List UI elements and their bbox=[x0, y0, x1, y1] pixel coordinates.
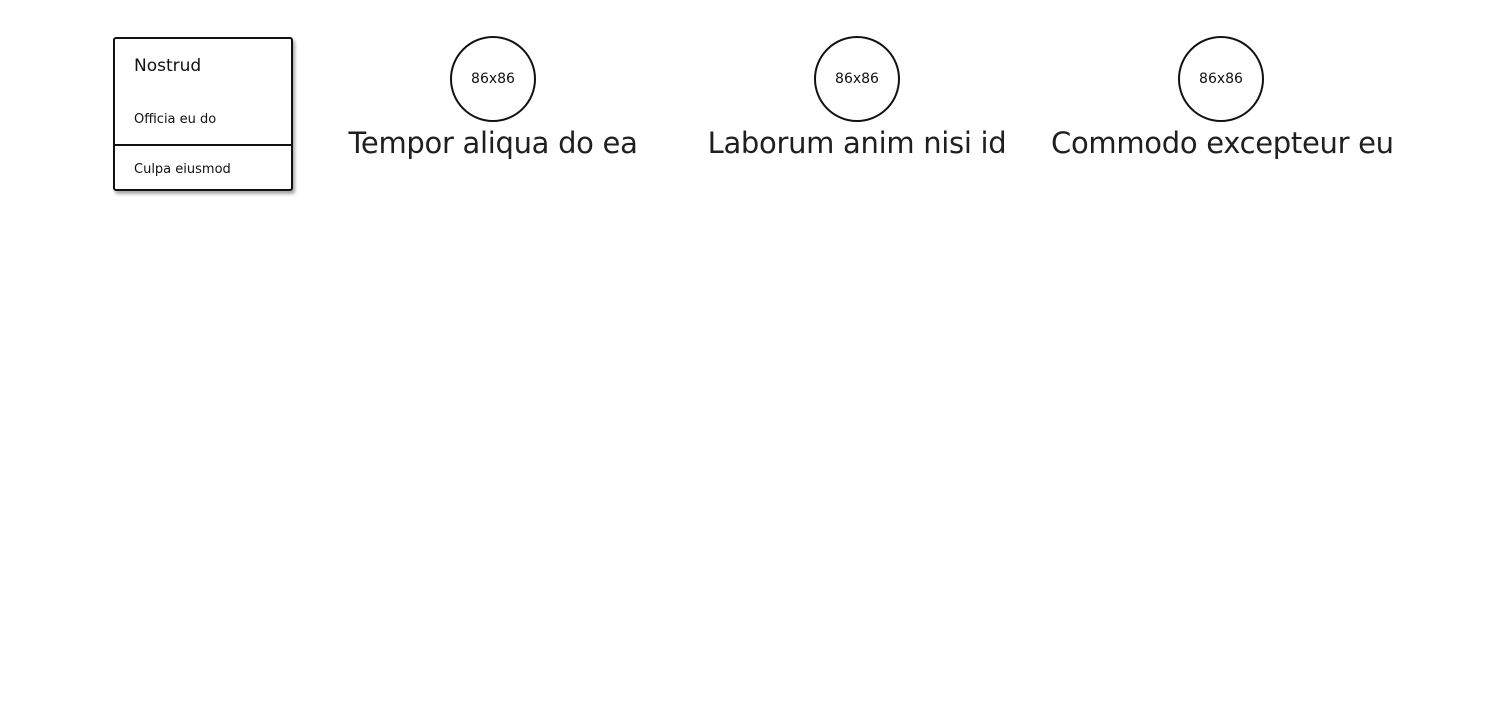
avatar[interactable]: 86x86 bbox=[450, 36, 536, 122]
dropdown-menu: Nostrud Officia eu do Culpa eiusmod bbox=[113, 37, 293, 191]
avatar-placeholder-label: 86x86 bbox=[471, 71, 515, 87]
profile-card: 86x86 Commodo excepteur eu bbox=[1051, 36, 1394, 160]
avatar[interactable]: 86x86 bbox=[814, 36, 900, 122]
profile-card: 86x86 Tempor aliqua do ea bbox=[323, 36, 663, 160]
avatar-placeholder-label: 86x86 bbox=[1199, 71, 1243, 87]
profile-name: Tempor aliqua do ea bbox=[348, 126, 638, 160]
menu-header[interactable]: Nostrud bbox=[134, 56, 201, 76]
menu-item-officia[interactable]: Officia eu do bbox=[134, 112, 216, 127]
profile-name: Commodo excepteur eu bbox=[1051, 126, 1394, 160]
profile-card: 86x86 Laborum anim nisi id bbox=[687, 36, 1027, 160]
profile-name: Laborum anim nisi id bbox=[707, 126, 1007, 160]
menu-divider bbox=[115, 144, 291, 146]
avatar[interactable]: 86x86 bbox=[1178, 36, 1264, 122]
avatar-placeholder-label: 86x86 bbox=[835, 71, 879, 87]
menu-item-culpa[interactable]: Culpa eiusmod bbox=[134, 162, 231, 177]
